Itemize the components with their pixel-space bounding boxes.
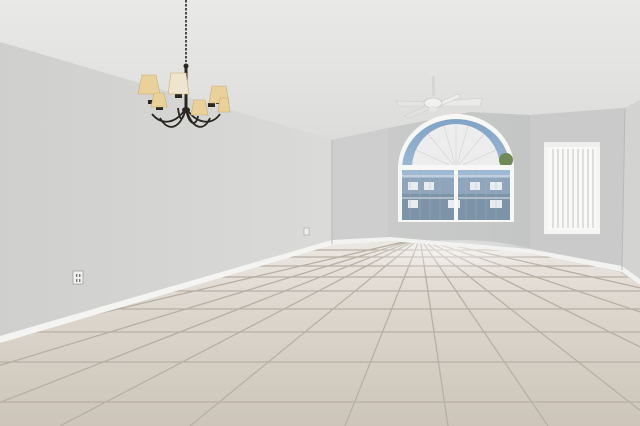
room-scene [0,0,640,426]
lamp-shade [137,74,161,95]
back-wall-left-panel [332,128,388,244]
lamp-shade [150,92,168,108]
outlet [72,270,84,285]
side-window [544,142,600,234]
lamp-shade [167,72,190,95]
floor-light-reflection [360,240,550,284]
tree-foliage [499,153,513,167]
empty-room-photo [0,0,640,426]
lamp-shade [217,97,231,113]
wall-switch [303,227,310,236]
lamp-shade [190,99,209,116]
arched-window [398,114,514,222]
